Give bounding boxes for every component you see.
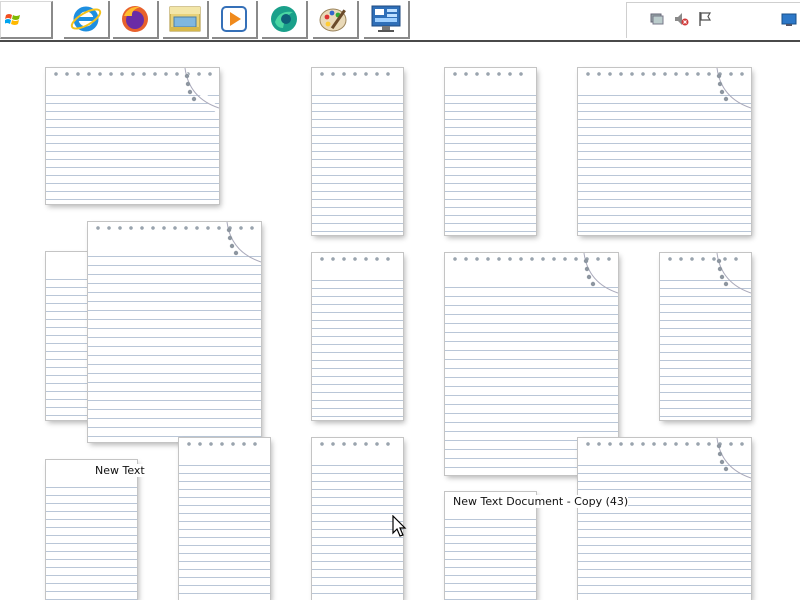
start-button[interactable] [0,1,53,39]
control-panel-icon[interactable] [364,1,410,39]
volume-muted-icon[interactable] [673,11,689,27]
file-label[interactable]: New Text [95,464,145,477]
action-center-flag-icon[interactable] [697,11,713,27]
ie-glyph [70,6,102,32]
mouse-cursor-icon [392,515,407,537]
page-curl-icon [716,68,751,109]
media-glyph [221,6,247,32]
control-panel-glyph [371,5,401,32]
folder-glyph [169,6,201,32]
browser-globe-icon[interactable] [262,1,308,39]
page-curl-icon [716,253,751,294]
show-desktop-icon[interactable] [781,13,797,27]
palette-glyph [319,8,347,32]
file-explorer-icon[interactable] [163,1,209,39]
paper-holes [318,255,397,263]
internet-explorer-icon[interactable] [64,1,110,39]
text-document-icon[interactable] [88,222,261,442]
text-document-icon[interactable] [445,68,536,235]
paper-holes [451,70,530,78]
text-document-icon[interactable] [312,68,403,235]
text-document-icon[interactable] [312,253,403,420]
text-document-icon[interactable] [46,460,137,600]
page-curl-icon [175,68,219,116]
text-document-icon[interactable] [312,438,403,600]
paper-holes [318,70,397,78]
system-tray [626,2,800,38]
firefox-glyph [122,6,148,32]
page-curl-icon [226,222,261,263]
text-document-icon[interactable] [660,253,751,420]
windows-logo-icon [5,14,20,25]
text-document-icon[interactable] [46,252,90,420]
text-document-icon[interactable] [578,438,751,600]
firefox-icon[interactable] [113,1,159,39]
paper-holes [185,440,264,448]
network-icon[interactable] [649,11,665,27]
globe-glyph [271,6,297,32]
paper-holes [318,440,397,448]
paint-icon[interactable] [313,1,359,39]
page-curl-icon [583,253,618,294]
text-document-icon[interactable] [445,492,536,600]
taskbar [0,0,800,42]
text-document-icon[interactable] [46,68,219,204]
text-document-icon[interactable] [578,68,751,235]
file-label[interactable]: New Text Document - Copy (43) [453,495,629,508]
page-curl-icon [716,438,751,479]
media-player-icon[interactable] [212,1,258,39]
text-document-icon[interactable] [179,438,270,600]
